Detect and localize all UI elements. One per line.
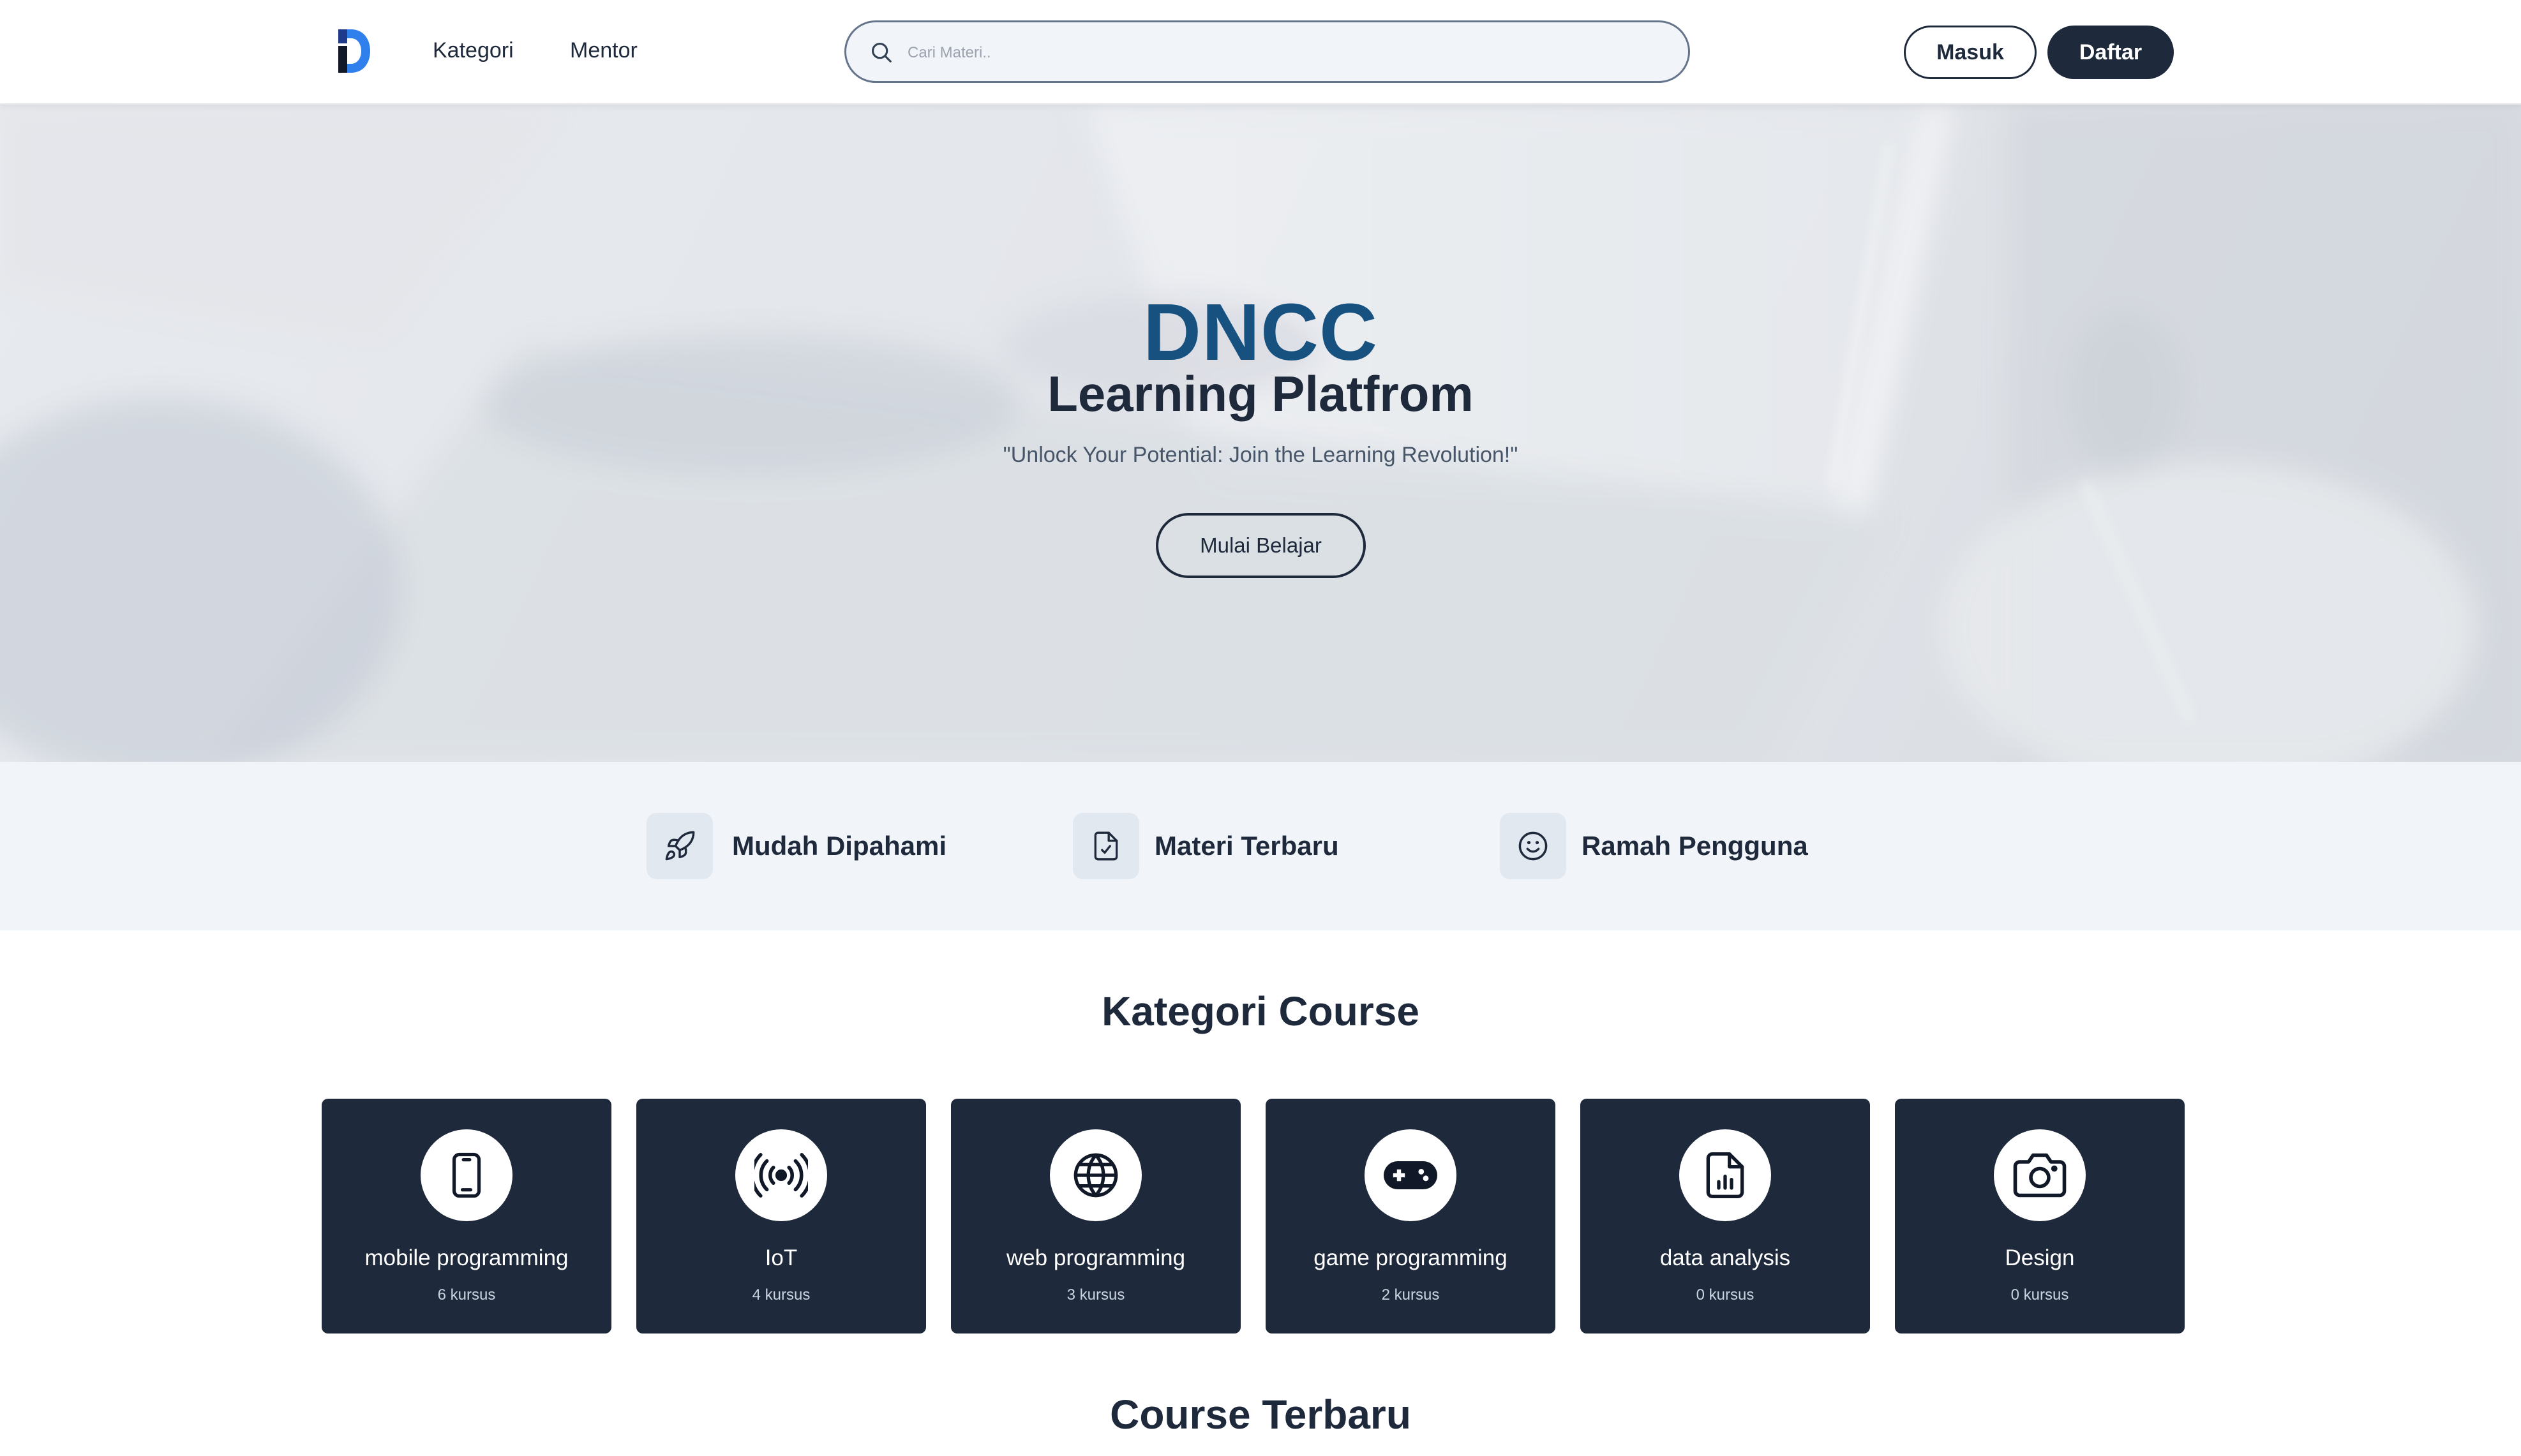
latest-course-section-title: Course Terbaru — [1110, 1392, 1411, 1437]
feature-label: Ramah Pengguna — [1582, 831, 1808, 861]
hero-background-image — [0, 105, 2521, 762]
register-button[interactable]: Daftar — [2047, 26, 2174, 79]
features-strip: Mudah Dipahami Materi Terbaru Ramah Peng… — [0, 762, 2521, 930]
nav-link-kategori[interactable]: Kategori — [433, 38, 514, 63]
feature-label: Mudah Dipahami — [732, 831, 947, 861]
category-course-count: 3 kursus — [1066, 1286, 1125, 1304]
feature-latest-material: Materi Terbaru — [1073, 813, 1339, 879]
feature-icon-box — [647, 813, 713, 879]
category-name: IoT — [765, 1245, 798, 1270]
category-section-title: Kategori Course — [1102, 988, 1419, 1034]
category-course-count: 4 kursus — [752, 1286, 811, 1304]
category-name: Design — [2005, 1245, 2075, 1270]
category-card-game-programming[interactable]: game programming 2 kursus — [1266, 1099, 1555, 1333]
gamepad-icon — [1384, 1161, 1437, 1189]
chart-file-icon — [1706, 1152, 1744, 1198]
category-icon-circle — [1365, 1129, 1456, 1221]
camera-icon — [2013, 1153, 2067, 1198]
smiley-icon — [1518, 831, 1548, 861]
category-course-count: 0 kursus — [1696, 1286, 1754, 1304]
category-name: game programming — [1313, 1245, 1507, 1270]
category-course-count: 0 kursus — [2010, 1286, 2069, 1304]
feature-label: Materi Terbaru — [1155, 831, 1339, 861]
hero-subtitle: Learning Platfrom — [1047, 366, 1474, 422]
login-button[interactable]: Masuk — [1904, 26, 2037, 79]
hero-section: DNCC Learning Platfrom "Unlock Your Pote… — [0, 105, 2521, 762]
smartphone-icon — [452, 1152, 481, 1198]
hero-tagline: "Unlock Your Potential: Join the Learnin… — [1003, 443, 1518, 467]
search-input[interactable] — [908, 39, 1642, 67]
feature-icon-box — [1073, 813, 1139, 879]
category-card-web-programming[interactable]: web programming 3 kursus — [951, 1099, 1241, 1333]
feature-user-friendly: Ramah Pengguna — [1500, 813, 1808, 879]
navbar: Kategori Mentor Masuk Daftar — [0, 0, 2521, 105]
nav-link-mentor[interactable]: Mentor — [570, 38, 638, 63]
broadcast-icon — [754, 1153, 808, 1198]
category-course-count: 2 kursus — [1381, 1286, 1440, 1304]
feature-icon-box — [1500, 813, 1566, 879]
category-icon-circle — [421, 1129, 512, 1221]
page: Kategori Mentor Masuk Daftar — [0, 0, 2521, 1456]
category-icon-circle — [1994, 1129, 2086, 1221]
category-course-count: 6 kursus — [437, 1286, 496, 1304]
category-card-design[interactable]: Design 0 kursus — [1895, 1099, 2185, 1333]
dncc-logo[interactable] — [332, 26, 371, 77]
rocket-icon — [665, 831, 695, 861]
category-card-mobile-programming[interactable]: mobile programming 6 kursus — [322, 1099, 611, 1333]
feature-easy-to-understand: Mudah Dipahami — [647, 813, 946, 879]
search-bar[interactable] — [844, 20, 1690, 83]
category-icon-circle — [1050, 1129, 1142, 1221]
category-card-data-analysis[interactable]: data analysis 0 kursus — [1580, 1099, 1870, 1333]
search-icon — [871, 42, 892, 63]
category-icon-circle — [735, 1129, 827, 1221]
globe-icon — [1073, 1153, 1118, 1198]
start-learning-button[interactable]: Mulai Belajar — [1156, 513, 1366, 578]
category-card-iot[interactable]: IoT 4 kursus — [636, 1099, 926, 1333]
category-name: web programming — [1006, 1245, 1186, 1270]
category-icon-circle — [1679, 1129, 1771, 1221]
category-name: mobile programming — [364, 1245, 569, 1270]
document-check-icon — [1094, 831, 1118, 861]
category-name: data analysis — [1659, 1245, 1791, 1270]
